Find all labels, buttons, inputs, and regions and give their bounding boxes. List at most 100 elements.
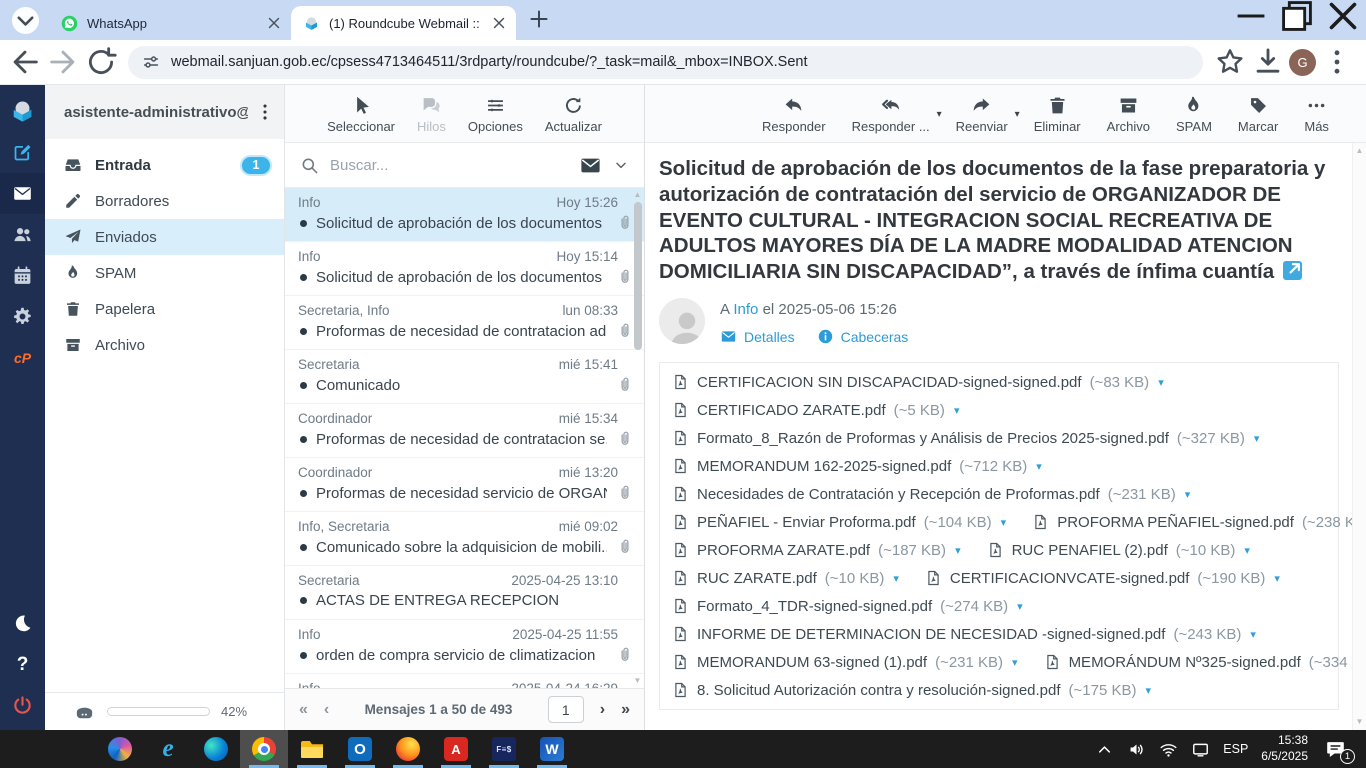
details-button[interactable]: Detalles [720,328,795,345]
tab-roundcube[interactable]: (1) Roundcube Webmail :: Envia [291,6,516,40]
toolbar-m-s-button[interactable]: Más [1295,92,1338,136]
notification-center-button[interactable]: 1 [1325,739,1348,760]
attachment-item[interactable]: Formato_4_TDR-signed-signed.pdf (~274 KB… [672,596,1023,616]
attachment-item[interactable]: MEMORANDUM 63-signed (1).pdf (~231 KB) ▾ [672,652,1018,672]
attachment-menu-caret-icon[interactable]: ▾ [1036,460,1042,473]
attachment-name[interactable]: RUC PENAFIEL (2).pdf [1012,542,1168,559]
attachment-menu-caret-icon[interactable]: ▾ [1250,628,1256,641]
profile-avatar[interactable]: G [1289,49,1316,76]
first-page-button[interactable]: « [299,701,308,719]
message-row[interactable]: Info2025-04-24 16:29 [285,674,644,688]
message-row[interactable]: InfoHoy 15:26 Solicitud de aprobación de… [285,188,644,242]
taskbar-search-button[interactable] [48,730,96,768]
attachment-item[interactable]: PROFORMA PEÑAFIEL-signed.pdf (~238 KB) ▾ [1032,512,1366,532]
attachment-name[interactable]: MEMORANDUM 162-2025-signed.pdf [697,458,951,475]
attachment-menu-caret-icon[interactable]: ▾ [1244,544,1250,557]
message-row[interactable]: Coordinadormié 13:20 Proformas de necesi… [285,458,644,512]
attachment-menu-caret-icon[interactable]: ▾ [1185,488,1191,501]
rail-contacts-button[interactable] [0,214,45,255]
message-row[interactable]: Info, Secretariamié 09:02 Comunicado sob… [285,512,644,566]
taskbar-chrome-button[interactable] [240,730,288,768]
taskbar-edge-button[interactable] [192,730,240,768]
search-scope-icon[interactable] [579,154,602,177]
message-row[interactable]: Info2025-04-25 11:55 orden de compra ser… [285,620,644,674]
attachment-item[interactable]: MEMORANDUM 162-2025-signed.pdf (~712 KB)… [672,456,1042,476]
toolbar-reenviar-button[interactable]: Reenviar ▾ [947,92,1017,136]
attachment-item[interactable]: CERTIFICACION SIN DISCAPACIDAD-signed-si… [672,372,1164,392]
folder-item-archivo[interactable]: Archivo [45,327,284,363]
downloads-button[interactable] [1251,45,1285,79]
rail-compose-button[interactable] [0,132,45,173]
tray-volume-button[interactable] [1127,740,1146,759]
attachment-name[interactable]: INFORME DE DETERMINACION DE NECESIDAD -s… [697,626,1165,643]
attachment-name[interactable]: PROFORMA PEÑAFIEL-signed.pdf [1057,514,1294,531]
attachment-name[interactable]: Formato_4_TDR-signed-signed.pdf [697,598,932,615]
close-button[interactable] [1320,0,1366,32]
taskbar-file-explorer-button[interactable] [288,730,336,768]
attachment-menu-caret-icon[interactable]: ▾ [1146,684,1152,697]
attachment-name[interactable]: MEMORÁNDUM Nº325-signed.pdf [1069,654,1301,671]
attachment-item[interactable]: Necesidades de Contratación y Recepción … [672,484,1190,504]
rail-help-button[interactable]: ? [0,644,45,685]
scroll-down-icon[interactable]: ▼ [1356,718,1364,726]
rail-cpanel-button[interactable]: cP [0,337,45,378]
taskbar-internet-explorer-button[interactable]: e [144,730,192,768]
tray-cast-button[interactable] [1191,740,1210,759]
attachment-name[interactable]: MEMORANDUM 63-signed (1).pdf [697,654,927,671]
back-button[interactable] [8,45,42,79]
attachment-menu-caret-icon[interactable]: ▾ [1001,516,1007,529]
tab-close-icon[interactable] [265,14,283,32]
minimize-button[interactable] [1228,0,1274,32]
folder-item-enviados[interactable]: Enviados [45,219,284,255]
rail-dark-mode-moon-button[interactable] [0,603,45,644]
page-number-input[interactable]: 1 [548,696,584,723]
attachment-item[interactable]: MEMORÁNDUM Nº325-signed.pdf (~334 KB) ▾ [1044,652,1366,672]
taskbar-acrobat-button[interactable]: A [432,730,480,768]
rail-calendar-button[interactable] [0,255,45,296]
toolbar-responder-button[interactable]: Responder [753,92,835,136]
dropdown-caret-icon[interactable]: ▾ [937,109,942,120]
attachment-name[interactable]: CERTIFICACION SIN DISCAPACIDAD-signed-si… [697,374,1082,391]
tab-search-button[interactable] [12,7,39,34]
search-input[interactable] [330,157,568,174]
address-bar[interactable]: webmail.sanjuan.gob.ec/cpsess4713464511/… [128,46,1203,79]
new-tab-button[interactable] [526,6,552,32]
scroll-up-icon[interactable]: ▲ [1356,147,1364,155]
attachment-name[interactable]: Formato_8_Razón de Proformas y Análisis … [697,430,1169,447]
prev-page-button[interactable]: ‹ [324,701,329,719]
rail-settings-gear-button[interactable] [0,296,45,337]
last-page-button[interactable]: » [621,701,630,719]
taskbar-copilot-button[interactable] [96,730,144,768]
taskbar-fes-app-button[interactable]: F≡$ [480,730,528,768]
attachment-menu-caret-icon[interactable]: ▾ [893,572,899,585]
attachment-name[interactable]: 8. Solicitud Autorización contra y resol… [697,682,1061,699]
attachment-menu-caret-icon[interactable]: ▾ [1158,376,1164,389]
scroll-down-icon[interactable]: ▼ [634,677,642,685]
taskbar-word-button[interactable]: W [528,730,576,768]
toolbar-opciones-button[interactable]: Opciones [459,92,532,136]
attachment-menu-caret-icon[interactable]: ▾ [1012,656,1018,669]
folder-item-borradores[interactable]: Borradores [45,183,284,219]
attachment-item[interactable]: CERTIFICACIONVCATE-signed.pdf (~190 KB) … [925,568,1280,588]
attachment-item[interactable]: CERTIFICADO ZARATE.pdf (~5 KB) ▾ [672,400,959,420]
attachment-menu-caret-icon[interactable]: ▾ [1254,432,1260,445]
tray-wifi-button[interactable] [1159,740,1178,759]
restore-button[interactable] [1274,0,1320,32]
message-row[interactable]: Secretaria, Infolun 08:33 Proformas de n… [285,296,644,350]
headers-button[interactable]: Cabeceras [817,328,909,345]
toolbar-marcar-button[interactable]: Marcar [1229,92,1287,136]
attachment-item[interactable]: RUC PENAFIEL (2).pdf (~10 KB) ▾ [987,540,1250,560]
attachment-item[interactable]: 8. Solicitud Autorización contra y resol… [672,680,1151,700]
keyboard-language[interactable]: ESP [1223,742,1248,756]
attachment-name[interactable]: CERTIFICADO ZARATE.pdf [697,402,886,419]
folder-item-papelera[interactable]: Papelera [45,291,284,327]
attachment-item[interactable]: PROFORMA ZARATE.pdf (~187 KB) ▾ [672,540,961,560]
forward-button[interactable] [46,45,80,79]
toolbar-seleccionar-button[interactable]: Seleccionar [318,92,404,136]
external-link-icon[interactable] [1283,261,1302,280]
attachment-item[interactable]: Formato_8_Razón de Proformas y Análisis … [672,428,1259,448]
attachment-item[interactable]: INFORME DE DETERMINACION DE NECESIDAD -s… [672,624,1256,644]
toolbar-archivo-button[interactable]: Archivo [1098,92,1159,136]
search-options-chevron-icon[interactable] [613,157,629,173]
next-page-button[interactable]: › [600,701,605,719]
